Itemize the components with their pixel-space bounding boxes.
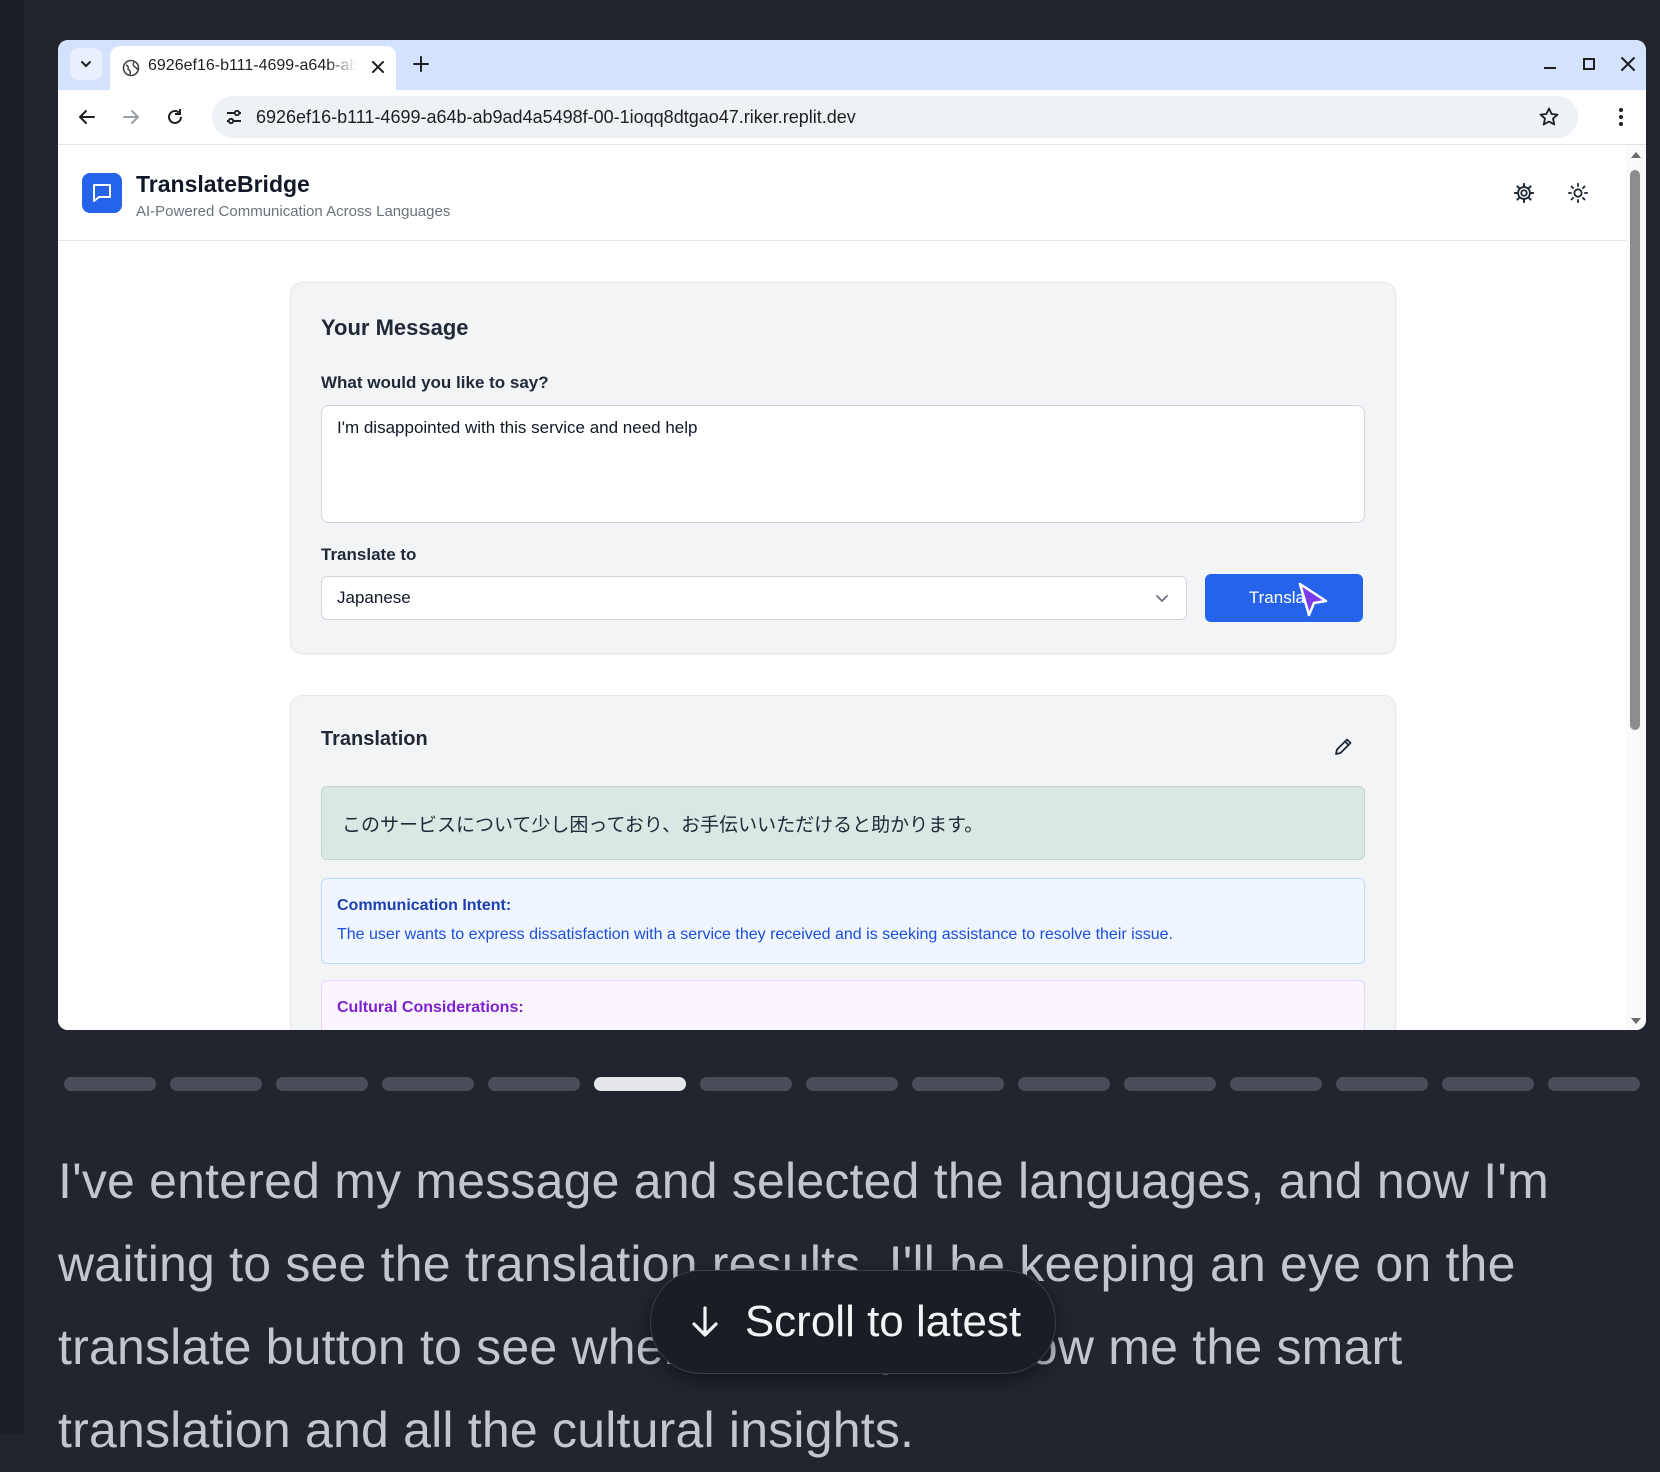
step-segment[interactable] — [912, 1077, 1004, 1091]
site-info-icon[interactable] — [224, 107, 244, 127]
step-segment-active[interactable] — [594, 1077, 686, 1091]
translation-card-title: Translation — [321, 728, 428, 750]
step-segment[interactable] — [276, 1077, 368, 1091]
message-textarea[interactable]: I'm disappointed with this service and n… — [321, 405, 1365, 523]
message-card-title: Your Message — [321, 315, 469, 340]
intent-label: Communication Intent: — [337, 897, 512, 914]
app-header: TranslateBridge AI-Powered Communication… — [58, 145, 1626, 241]
close-window-icon[interactable] — [1618, 54, 1638, 74]
new-tab-icon[interactable] — [410, 53, 432, 75]
translated-text-box: このサービスについて少し困っており、お手伝いいただけると助かります。 — [321, 786, 1365, 860]
translation-card: Translation このサービスについて少し困っており、お手伝いいただけると… — [290, 695, 1396, 1030]
chevron-down-icon — [1156, 595, 1168, 603]
page-viewport: TranslateBridge AI-Powered Communication… — [58, 145, 1626, 1030]
step-segment[interactable] — [1124, 1077, 1216, 1091]
arrow-down-icon — [692, 1306, 718, 1337]
url-text: 6926ef16-b111-4699-a64b-ab9ad4a5498f-00-… — [256, 107, 856, 127]
mouse-cursor-icon — [1298, 582, 1328, 617]
browser-toolbar: 6926ef16-b111-4699-a64b-ab9ad4a5498f-00-… — [58, 90, 1646, 145]
chevron-down-icon — [81, 61, 91, 68]
step-segment[interactable] — [806, 1077, 898, 1091]
message-prompt-label: What would you like to say? — [321, 373, 549, 392]
translate-to-label: Translate to — [321, 545, 417, 564]
step-segment[interactable] — [1230, 1077, 1322, 1091]
close-tab-icon[interactable] — [368, 57, 388, 77]
intent-box: Communication Intent: The user wants to … — [321, 878, 1365, 964]
step-segment[interactable] — [1442, 1077, 1534, 1091]
app-title: TranslateBridge — [136, 171, 310, 197]
sun-theme-icon[interactable] — [1567, 182, 1589, 204]
scrollbar-thumb[interactable] — [1630, 170, 1640, 730]
scroll-to-latest-label: Scroll to latest — [744, 1297, 1022, 1346]
step-indicator — [64, 1077, 1640, 1093]
kebab-menu-icon[interactable] — [1610, 106, 1632, 128]
scroll-up-arrow-icon[interactable] — [1630, 150, 1642, 160]
step-segment[interactable] — [64, 1077, 156, 1091]
step-segment[interactable] — [382, 1077, 474, 1091]
cultural-box: Cultural Considerations: — [321, 980, 1365, 1030]
step-segment[interactable] — [1548, 1077, 1640, 1091]
back-arrow-icon[interactable] — [76, 106, 98, 128]
chat-bubble-icon — [93, 184, 111, 202]
message-card: Your Message What would you like to say?… — [290, 282, 1396, 654]
translated-text: このサービスについて少し困っており、お手伝いいただけると助かります。 — [342, 815, 984, 836]
app-subtitle: AI-Powered Communication Across Language… — [136, 203, 451, 220]
left-rail — [0, 0, 24, 1434]
browser-tab[interactable]: 6926ef16-b111-4699-a64b-ab9ad4a5498f-00-… — [110, 46, 396, 90]
minimize-icon[interactable] — [1540, 54, 1560, 74]
language-selected-value: Japanese — [337, 588, 411, 607]
step-segment[interactable] — [1018, 1077, 1110, 1091]
cultural-label: Cultural Considerations: — [337, 999, 524, 1016]
translate-button[interactable]: Translate — [1205, 574, 1363, 622]
address-bar[interactable]: 6926ef16-b111-4699-a64b-ab9ad4a5498f-00-… — [212, 96, 1578, 138]
step-segment[interactable] — [1336, 1077, 1428, 1091]
scroll-down-arrow-icon[interactable] — [1630, 1016, 1642, 1026]
browser-window: 6926ef16-b111-4699-a64b-ab9ad4a5498f-00-… — [58, 40, 1646, 1030]
scroll-to-latest-button[interactable]: Scroll to latest — [650, 1270, 1056, 1374]
maximize-icon[interactable] — [1579, 54, 1599, 74]
tab-title: 6926ef16-b111-4699-a64b-ab9ad4a5498f-00-… — [148, 57, 356, 74]
globe-icon — [122, 59, 140, 77]
bookmark-star-icon[interactable] — [1538, 106, 1560, 128]
tab-search-button[interactable] — [70, 48, 102, 80]
step-segment[interactable] — [700, 1077, 792, 1091]
pencil-edit-icon[interactable] — [1332, 736, 1354, 758]
tab-strip: 6926ef16-b111-4699-a64b-ab9ad4a5498f-00-… — [58, 40, 1646, 90]
step-segment[interactable] — [488, 1077, 580, 1091]
reload-icon[interactable] — [164, 106, 186, 128]
message-value: I'm disappointed with this service and n… — [337, 418, 698, 437]
forward-arrow-icon[interactable] — [120, 106, 142, 128]
language-select[interactable]: Japanese — [321, 576, 1187, 620]
app-logo — [82, 173, 122, 213]
intent-text: The user wants to express dissatisfactio… — [337, 926, 1173, 943]
settings-gear-icon[interactable] — [1513, 182, 1535, 204]
step-segment[interactable] — [170, 1077, 262, 1091]
